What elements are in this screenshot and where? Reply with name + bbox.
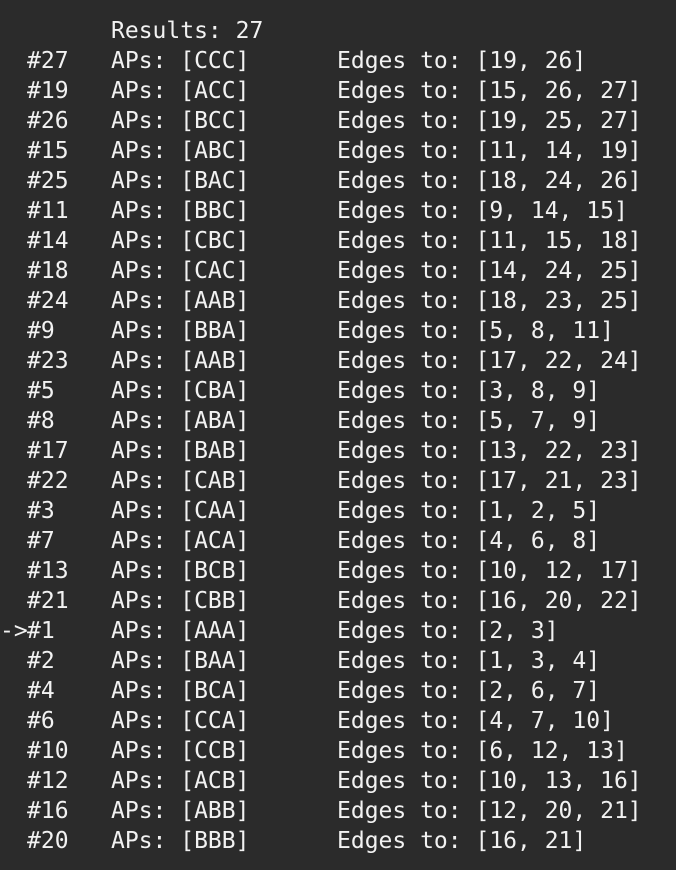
row-aps: APs: [BBA] — [111, 318, 250, 344]
row-edges: Edges to: [18, 24, 26] — [337, 168, 642, 194]
row-id: #8 — [27, 408, 55, 434]
row-edges: Edges to: [4, 7, 10] — [337, 708, 614, 734]
row-id: #11 — [27, 198, 69, 224]
row-id: #27 — [27, 48, 69, 74]
row-aps: APs: [CCB] — [111, 738, 250, 764]
row-edges: Edges to: [15, 26, 27] — [337, 78, 642, 104]
row-edges: Edges to: [11, 14, 19] — [337, 138, 642, 164]
row-id: #5 — [27, 378, 55, 404]
row-aps: APs: [ABC] — [111, 138, 250, 164]
row-edges: Edges to: [5, 7, 9] — [337, 408, 601, 434]
row-aps: APs: [BAA] — [111, 648, 250, 674]
row-aps: APs: [BCA] — [111, 678, 250, 704]
row-id: #15 — [27, 138, 69, 164]
row-id: #4 — [27, 678, 55, 704]
row-edges: Edges to: [16, 21] — [337, 828, 587, 854]
row-edges: Edges to: [4, 6, 8] — [337, 528, 601, 554]
row-id: #17 — [27, 438, 69, 464]
row-edges: Edges to: [17, 21, 23] — [337, 468, 642, 494]
row-aps: APs: [AAB] — [111, 288, 250, 314]
row-id: #19 — [27, 78, 69, 104]
row-edges: Edges to: [10, 12, 17] — [337, 558, 642, 584]
row-aps: APs: [BAB] — [111, 438, 250, 464]
row-aps: APs: [CCA] — [111, 708, 250, 734]
row-aps: APs: [BBC] — [111, 198, 250, 224]
terminal-output: Results: 27 #27 APs: [CCC] Edges to: [19, … — [0, 0, 676, 870]
row-id: #7 — [27, 528, 55, 554]
row-aps: APs: [AAA] — [111, 618, 250, 644]
row-id: #6 — [27, 708, 55, 734]
row-aps: APs: [CBA] — [111, 378, 250, 404]
row-id: #21 — [27, 588, 69, 614]
row-edges: Edges to: [16, 20, 22] — [337, 588, 642, 614]
row-aps: APs: [CCC] — [111, 48, 250, 74]
row-id: #16 — [27, 798, 69, 824]
row-id: #10 — [27, 738, 69, 764]
row-aps: APs: [ACC] — [111, 78, 250, 104]
row-aps: APs: [CAB] — [111, 468, 250, 494]
row-aps: APs: [BAC] — [111, 168, 250, 194]
row-id: #14 — [27, 228, 69, 254]
row-id: #26 — [27, 108, 69, 134]
row-id: #1 — [27, 618, 55, 644]
row-id: #3 — [27, 498, 55, 524]
results-header: Results: 27 — [0, 16, 263, 46]
row-edges: Edges to: [5, 8, 11] — [337, 318, 614, 344]
row-edges: Edges to: [2, 6, 7] — [337, 678, 601, 704]
results-count: Results: 27 — [111, 18, 264, 44]
row-edges: Edges to: [9, 14, 15] — [337, 198, 628, 224]
row-id: #9 — [27, 318, 55, 344]
row-aps: APs: [BCC] — [111, 108, 250, 134]
row-edges: Edges to: [12, 20, 21] — [337, 798, 642, 824]
row-id: #18 — [27, 258, 69, 284]
row-id: #2 — [27, 648, 55, 674]
row-edges: Edges to: [19, 25, 27] — [337, 108, 642, 134]
row-edges: Edges to: [19, 26] — [337, 48, 587, 74]
row-aps: APs: [ABB] — [111, 798, 250, 824]
row-edges: Edges to: [1, 3, 4] — [337, 648, 601, 674]
row-edges: Edges to: [14, 24, 25] — [337, 258, 642, 284]
row-aps: APs: [ABA] — [111, 408, 250, 434]
row-aps: APs: [CBC] — [111, 228, 250, 254]
current-row-marker: -> — [0, 618, 28, 644]
row-id: #23 — [27, 348, 69, 374]
row-aps: APs: [AAB] — [111, 348, 250, 374]
row-aps: APs: [CAA] — [111, 498, 250, 524]
row-aps: APs: [CAC] — [111, 258, 250, 284]
row-edges: Edges to: [13, 22, 23] — [337, 438, 642, 464]
row-aps: APs: [ACA] — [111, 528, 250, 554]
row-edges: Edges to: [2, 3] — [337, 618, 559, 644]
row-edges: Edges to: [1, 2, 5] — [337, 498, 601, 524]
row-aps: APs: [BBB] — [111, 828, 250, 854]
row-id: #13 — [27, 558, 69, 584]
row-edges: Edges to: [10, 13, 16] — [337, 768, 642, 794]
row-id: #25 — [27, 168, 69, 194]
row-id: #12 — [27, 768, 69, 794]
row-edges: Edges to: [18, 23, 25] — [337, 288, 642, 314]
row-aps: APs: [CBB] — [111, 588, 250, 614]
row-id: #24 — [27, 288, 69, 314]
row-id: #20 — [27, 828, 69, 854]
row-id: #22 — [27, 468, 69, 494]
row-edges: Edges to: [11, 15, 18] — [337, 228, 642, 254]
row-edges: Edges to: [6, 12, 13] — [337, 738, 628, 764]
row-edges: Edges to: [3, 8, 9] — [337, 378, 601, 404]
row-aps: APs: [BCB] — [111, 558, 250, 584]
row-aps: APs: [ACB] — [111, 768, 250, 794]
row-edges: Edges to: [17, 22, 24] — [337, 348, 642, 374]
